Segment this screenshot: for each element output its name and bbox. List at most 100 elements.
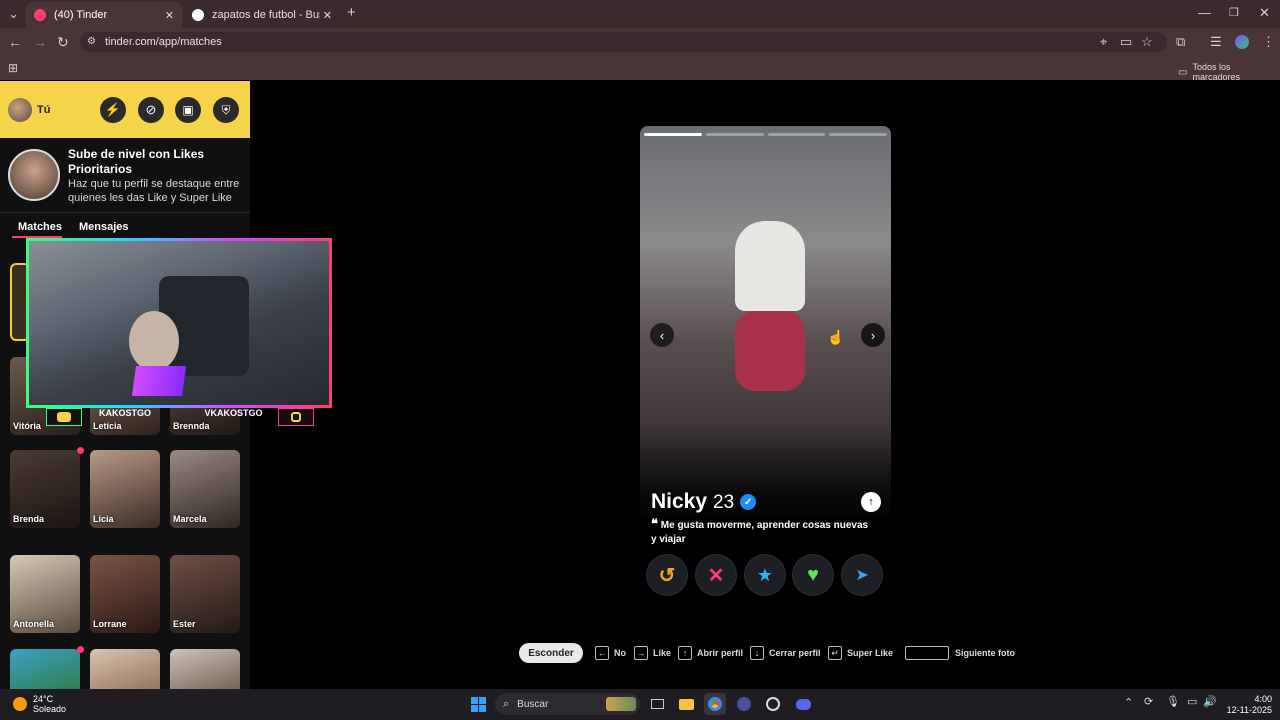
safety-button[interactable]: ⛨ [213,97,239,123]
profile-bio: ❝ Me gusta moverme, aprender cosas nueva… [651,517,876,547]
chrome-icon[interactable] [704,693,726,715]
clock[interactable]: 4:00 12-11-2025 [1222,694,1272,716]
match-card[interactable] [170,649,240,689]
all-bookmarks-link[interactable]: ▭ Todos los marcadores [1178,62,1280,82]
match-name: Marcela [173,514,207,524]
weather-desc: Soleado [33,704,67,714]
match-card[interactable]: Lorrane [90,555,160,633]
verified-badge-icon: ✓ [740,494,757,510]
match-card[interactable]: Antonella [10,555,80,633]
work-mode-button[interactable]: ▣ [175,97,201,123]
tab-messages[interactable]: Mensajes [79,221,129,233]
boost-lightning-button[interactable]: ⚡ [100,97,126,123]
hand-cursor-icon: ☝ [827,329,845,345]
user-avatar[interactable] [8,98,32,122]
new-match-dot [77,447,84,454]
hide-shortcuts-button[interactable]: Esconder [519,643,583,663]
back-icon[interactable]: ← [8,35,22,49]
match-card[interactable]: Brenda [10,450,80,528]
rewind-button[interactable]: ↺ [647,555,687,595]
match-card[interactable]: Lícia [90,450,160,528]
taskbar-search[interactable]: ⌕ Buscar [495,693,640,715]
open-profile-button[interactable]: ↑ [861,492,881,512]
tab-title: (40) Tinder [54,9,108,21]
match-card[interactable] [90,649,160,689]
arrow-up-key-icon: ↑ [678,646,692,660]
location-icon[interactable]: ⌖ [1100,35,1107,49]
photo-shorts [735,311,805,391]
shortcut-label: Abrir perfil [697,648,744,658]
chevron-up-icon[interactable]: ⌃ [1124,696,1133,709]
address-bar[interactable]: ⚙ tinder.com/app/matches ⌖ ▭ ☆ [80,32,1167,52]
sidebar-header: Tú ⚡ ⊘ ▣ ⛨ [0,81,250,138]
tab-search-chevron-icon[interactable]: ⌄ [8,7,19,21]
obs-icon[interactable] [762,693,784,715]
close-tab-icon[interactable]: ✕ [165,9,174,22]
file-explorer-icon[interactable] [675,693,697,715]
shortcut-label: Like [653,648,672,658]
profile-name-row: Nicky 23 ✓ [651,490,757,514]
promo-title[interactable]: Sube de nivel con Likes Prioritarios [68,147,238,177]
match-name: Brenda [13,514,45,524]
like-button[interactable]: ♥ [793,555,833,595]
promo-avatar[interactable] [8,149,60,201]
nope-button[interactable]: ✕ [696,555,736,595]
extensions-icon[interactable]: ⧉ [1176,35,1185,49]
profile-label[interactable]: Tú [37,104,50,116]
arrow-down-key-icon: ↓ [750,646,764,660]
profile-card[interactable]: ‹ › Nicky 23 ✓ ↑ [640,126,891,516]
discord-icon[interactable] [792,693,814,715]
search-label: Buscar [517,698,549,710]
shortcut-like: → Like [634,646,671,660]
match-name: Lícia [93,514,114,524]
cast-icon[interactable]: ▭ [1120,35,1132,49]
tab-google-search[interactable]: zapatos de futbol - Buscar con ✕ [184,2,340,28]
profile-name: Nicky [651,490,708,513]
compass-icon: ⊘ [145,102,157,117]
match-card[interactable] [10,649,80,689]
arrow-right-key-icon: → [634,646,648,660]
menu-kebab-icon[interactable]: ⋮ [1262,35,1275,49]
arrow-left-key-icon: ← [595,646,609,660]
match-card[interactable]: Marcela [170,450,240,528]
explore-button[interactable]: ⊘ [138,97,164,123]
volume-icon[interactable]: 🔊 [1203,695,1217,708]
minimize-icon[interactable]: — [1198,6,1211,20]
network-icon[interactable]: ▭ [1187,695,1197,708]
instagram-badge [278,408,314,426]
boost-send-button[interactable]: ➤ [842,555,882,595]
next-photo-button[interactable]: › [861,323,885,347]
profile-avatar-icon[interactable] [1235,35,1249,49]
photo-indicator-bar [705,133,764,136]
super-like-button[interactable]: ★ [745,555,785,595]
shortcut-label: Super Like [847,648,894,658]
close-tab-icon[interactable]: ✕ [323,9,332,22]
quote-icon: ❝ [651,516,658,531]
match-card[interactable]: Ester [170,555,240,633]
site-info-icon[interactable]: ⚙ [87,36,96,47]
apps-grid-icon[interactable]: ⊞ [8,61,18,75]
stream-name-left: KAKOSTGO [98,408,151,418]
new-tab-icon[interactable]: + [347,5,356,20]
photo-top [735,221,805,311]
sync-icon[interactable]: ⟳ [1144,695,1153,708]
app-icon[interactable] [733,693,755,715]
tab-tinder[interactable]: (40) Tinder ✕ [26,2,182,28]
weather-widget[interactable]: 24°C Soleado [33,694,66,714]
task-view-icon[interactable] [646,693,668,715]
prev-photo-button[interactable]: ‹ [650,323,674,347]
reading-list-icon[interactable]: ☰ [1210,35,1222,49]
restore-icon[interactable]: ❐ [1229,6,1239,20]
folder-icon: ▭ [1178,66,1188,78]
promo-subtitle: Haz que tu perfil se destaque entre quie… [68,178,240,204]
close-window-icon[interactable]: ✕ [1259,6,1270,20]
forward-icon[interactable]: → [33,35,47,49]
tab-title: zapatos de futbol - Buscar con [212,9,320,21]
bookmark-star-icon[interactable]: ☆ [1141,35,1153,49]
reload-icon[interactable]: ↻ [57,35,69,49]
tab-matches[interactable]: Matches [18,221,62,233]
weather-temp: 24°C [33,694,54,704]
profile-bio-text: Me gusta moverme, aprender cosas nuevas … [651,520,869,545]
windows-start-button[interactable] [467,693,489,715]
microphone-icon[interactable]: 🎙 [1166,695,1180,708]
